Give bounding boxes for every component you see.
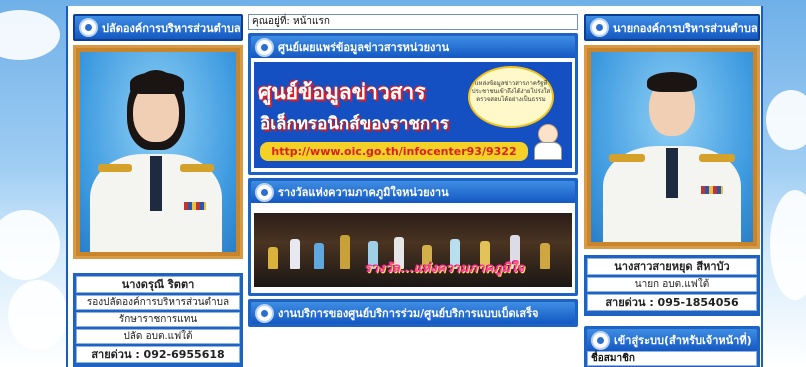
banner-subtitle: อิเล็กทรอนิกส์ของราชการ [260, 114, 449, 134]
deputy-photo-frame [73, 45, 243, 259]
right-column: นายกองค์การบริหารส่วนตำบล นางสาวสายหยุด … [584, 14, 760, 367]
award-caption: รางวัล...แห่งความภาคภูมิใจ [364, 261, 525, 276]
globe-icon [255, 182, 274, 202]
deputy-acting: รักษาราชการแทน [76, 312, 240, 327]
mascot-icon [534, 124, 562, 160]
banner-url[interactable]: http://www.oic.go.th/infocenter93/9322 [260, 142, 528, 161]
cloud-decoration [0, 210, 60, 280]
main-frame: ปลัดองค์การบริหารส่วนตำบล นางดรุณี ริตตา… [66, 6, 763, 367]
globe-icon [255, 37, 274, 57]
award-panel: รางวัลแห่งความภาคภูมิใจหน่วยงาน รางวัล..… [248, 178, 578, 296]
deputy-photo [80, 52, 236, 252]
mayor-name: นางสาวสายหยุด สีหาบัว [587, 258, 757, 275]
award-image[interactable]: รางวัล...แห่งความภาคภูมิใจ [254, 213, 572, 287]
info-center-panel: ศูนย์เผยแพร่ข้อมูลข่าวสารหน่วยงาน ศูนย์ข… [248, 33, 578, 175]
login-panel: เข้าสู่ระบบ(สำหรับเจ้าหน้าที่) ชื่อสมาชิ… [584, 326, 760, 367]
globe-icon [590, 18, 609, 37]
mayor-photo [591, 52, 753, 242]
info-center-banner[interactable]: ศูนย์ข้อมูลข่าวสาร อิเล็กทรอนิกส์ของราชก… [254, 62, 572, 168]
deputy-position: รองปลัดองค์การบริหารส่วนตำบล [76, 295, 240, 310]
deputy-header: ปลัดองค์การบริหารส่วนตำบล [73, 14, 243, 41]
mayor-phone: สายด่วน : 095-1854056 [587, 294, 757, 311]
deputy-role: ปลัด อบต.แฟใต้ [76, 329, 240, 344]
info-center-header: ศูนย์เผยแพร่ข้อมูลข่าวสารหน่วยงาน [251, 36, 575, 58]
mayor-photo-frame [584, 45, 760, 249]
banner-speech-bubble: แหล่งข้อมูลข่าวสารภาครัฐที่ประชาชนเข้าถึ… [468, 66, 554, 128]
left-column: ปลัดองค์การบริหารส่วนตำบล นางดรุณี ริตตา… [73, 14, 243, 367]
username-label: ชื่อสมาชิก [587, 351, 757, 366]
banner-title: ศูนย์ข้อมูลข่าวสาร [258, 79, 426, 104]
mayor-header: นายกองค์การบริหารส่วนตำบล [584, 14, 760, 41]
mayor-role: นายก อบต.แฟใต้ [587, 277, 757, 292]
globe-icon [255, 303, 274, 323]
deputy-phone: สายด่วน : 092-6955618 [76, 346, 240, 363]
deputy-name: นางดรุณี ริตตา [76, 276, 240, 293]
cloud-decoration [0, 10, 60, 60]
cloud-decoration [8, 280, 68, 350]
deputy-info-card: นางดรุณี ริตตา รองปลัดองค์การบริหารส่วนต… [73, 273, 243, 367]
login-header: เข้าสู่ระบบ(สำหรับเจ้าหน้าที่) [587, 329, 757, 351]
globe-icon [591, 330, 610, 350]
center-column: คุณอยู่ที่: หน้าแรก ศูนย์เผยแพร่ข้อมูลข่… [248, 14, 578, 327]
globe-icon [79, 18, 98, 37]
award-header: รางวัลแห่งความภาคภูมิใจหน่วยงาน [251, 181, 575, 203]
cloud-decoration [770, 190, 806, 300]
cloud-decoration [766, 90, 806, 150]
service-panel: งานบริการของศูนย์บริการร่วม/ศูนย์บริการแ… [248, 299, 578, 327]
breadcrumb: คุณอยู่ที่: หน้าแรก [248, 14, 578, 30]
service-header: งานบริการของศูนย์บริการร่วม/ศูนย์บริการแ… [251, 302, 575, 324]
mayor-info-card: นางสาวสายหยุด สีหาบัว นายก อบต.แฟใต้ สาย… [584, 255, 760, 316]
